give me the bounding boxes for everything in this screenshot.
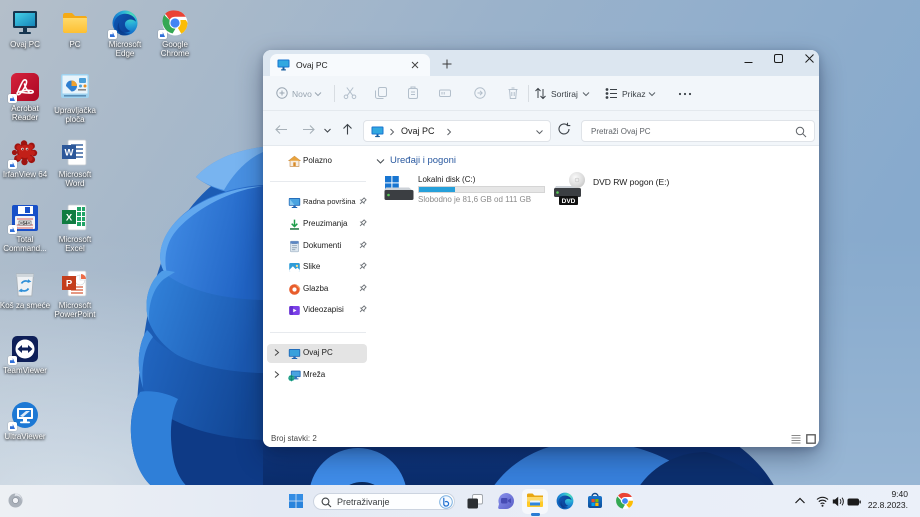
svg-text:W: W <box>65 148 74 159</box>
svg-text:P: P <box>66 279 73 290</box>
svg-text:=64=: =64= <box>20 221 31 226</box>
svg-text:X: X <box>66 213 73 224</box>
svg-text:DVD: DVD <box>562 198 576 205</box>
